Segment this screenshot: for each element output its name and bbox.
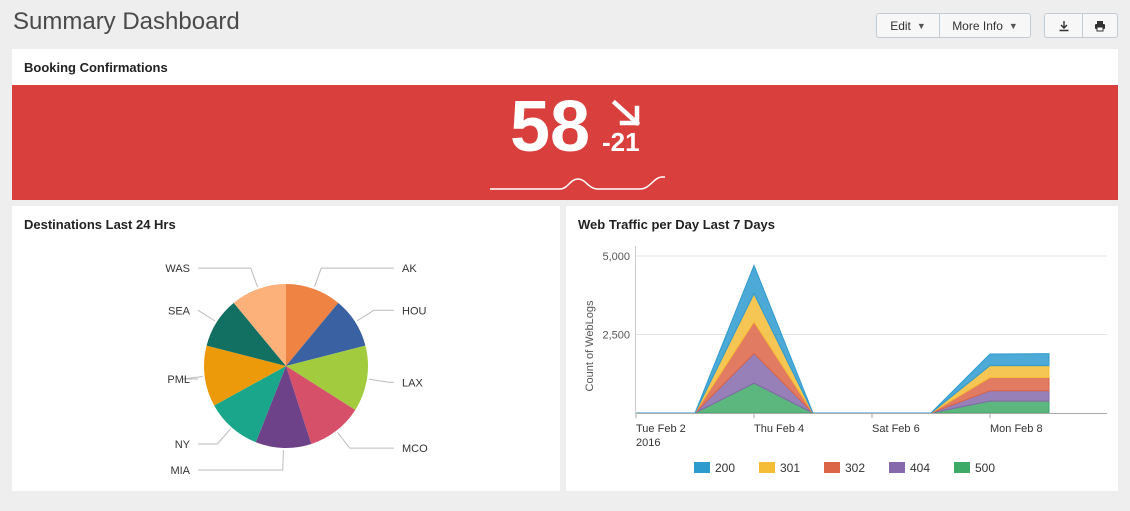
y-tick-label: 2,500 (602, 330, 630, 342)
pie-leader-line (198, 449, 284, 471)
pie-leader-line (198, 428, 231, 445)
legend-item-302[interactable]: 302 (824, 461, 865, 475)
arrow-down-right-icon (611, 99, 641, 127)
pie-label-hou: HOU (402, 305, 427, 317)
edit-button[interactable]: Edit ▼ (877, 14, 939, 37)
booking-delta: -21 (602, 127, 640, 157)
x-tick-label: Thu Feb 4 (754, 423, 804, 435)
traffic-area-chart: 5,000 2,500 Tue Feb 2 2016 Thu Feb 4 Sat Feb… (584, 246, 1107, 475)
booking-single-value: 58 -21 (12, 85, 1118, 200)
download-icon (1059, 20, 1068, 31)
pie-leader-line (313, 267, 394, 288)
chevron-down-icon: ▼ (1008, 20, 1018, 31)
destinations-pie-chart: AK HOU LAX MCO MIA NY PML SEA WAS (165, 263, 428, 477)
edit-label: Edit (890, 18, 911, 33)
export-button[interactable] (1045, 14, 1082, 37)
chevron-down-icon: ▼ (916, 20, 926, 31)
pie-label-ak: AK (402, 263, 417, 275)
svg-text:500: 500 (975, 461, 995, 475)
pie-label-mia: MIA (170, 465, 190, 477)
destinations-panel: Destinations Last 24 Hrs AK HOU LAX MCO MIA N… (12, 206, 560, 491)
pie-label-pml: PML (167, 374, 190, 386)
legend-item-200[interactable]: 200 (694, 461, 735, 475)
pie-leader-line (337, 432, 394, 449)
legend-item-500[interactable]: 500 (954, 461, 995, 475)
pie-leader-line (368, 378, 394, 383)
legend-item-301[interactable]: 301 (759, 461, 800, 475)
more-info-label: More Info (952, 18, 1003, 33)
pie-leader-line (356, 309, 394, 322)
page-title: Summary Dashboard (13, 8, 240, 35)
x-tick-label: Mon Feb 8 (990, 423, 1043, 435)
pie-label-sea: SEA (168, 305, 191, 317)
more-info-button[interactable]: More Info ▼ (939, 14, 1030, 37)
svg-text:200: 200 (715, 461, 735, 475)
pie-leader-line (198, 267, 259, 288)
traffic-panel: Web Traffic per Day Last 7 Days 5,000 2,5… (566, 206, 1118, 491)
print-icon (1095, 20, 1105, 31)
booking-panel: Booking Confirmations (12, 49, 1118, 85)
export-actions (1044, 13, 1118, 38)
pie-leader-line (197, 309, 216, 322)
x-tick-label: Tue Feb 2 2016 (636, 423, 686, 449)
booking-value: 58 (509, 87, 591, 167)
pie-label-was: WAS (165, 263, 190, 275)
x-tick-label: Sat Feb 6 (872, 423, 920, 435)
pie-label-ny: NY (175, 439, 191, 451)
pie-label-mco: MCO (402, 443, 428, 455)
svg-text:302: 302 (845, 461, 865, 475)
booking-sparkline (490, 176, 665, 190)
dashboard-actions: Edit ▼ More Info ▼ (876, 13, 1031, 38)
svg-text:301: 301 (780, 461, 800, 475)
panel-title: Booking Confirmations (24, 60, 168, 75)
legend-item-404[interactable]: 404 (889, 461, 930, 475)
pie-label-lax: LAX (402, 377, 423, 389)
y-tick-label: 5,000 (602, 251, 630, 263)
svg-text:404: 404 (910, 461, 930, 475)
y-axis-label: Count of WebLogs (584, 300, 596, 391)
print-button[interactable] (1082, 14, 1117, 37)
